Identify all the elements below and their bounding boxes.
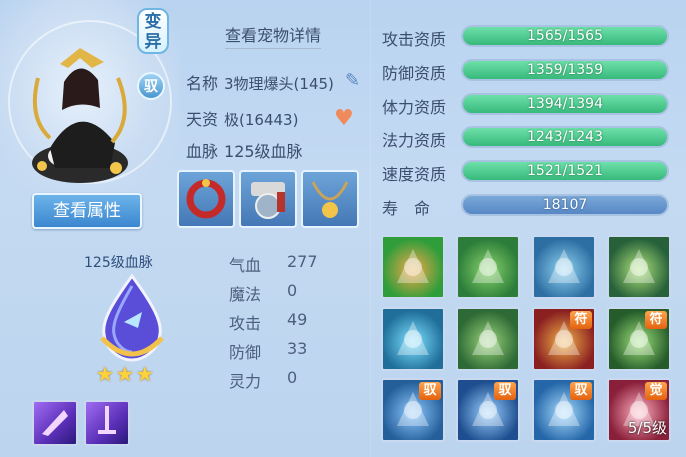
stat-mp-value: 0 [287,281,298,300]
info-name-value: 3物理爆头(145) [224,75,334,93]
defense-aptitude-bar: 1359/1359 [461,59,669,81]
view-pet-details-link[interactable]: 查看宠物详情 [225,22,322,49]
skill-slot-12[interactable]: 觉 5/5级 [607,378,671,442]
sword-icon [98,406,116,434]
skill-slot-10[interactable]: 驭 [456,378,520,442]
skill-slot-11[interactable]: 驭 [532,378,596,442]
info-name-row: 名称 3物理爆头(145) [186,70,334,94]
equipment-slot-bracelet[interactable] [177,170,235,228]
flame-sword-skill-icon [397,249,429,283]
mount-tag: 驭 [137,72,165,100]
magic-aptitude-bar: 1243/1243 [461,126,669,148]
shadow-figure-skill-icon [548,249,580,283]
stamina-aptitude-bar: 1394/1394 [461,93,669,115]
stat-spirit-value: 0 [287,368,298,387]
bloodline-skill-1[interactable] [32,400,78,446]
power-body-skill-icon [472,249,504,283]
skill-slot-3[interactable] [532,235,596,299]
blue-flame-skill-icon [397,321,429,355]
panel-divider [370,0,371,457]
variant-tag: 变异 [137,8,169,54]
skill-level-label: 5/5级 [627,419,667,437]
stat-hp-value: 277 [287,252,318,271]
stat-defense-value: 33 [287,339,308,358]
skill-slot-6[interactable] [456,307,520,371]
speed-aptitude-bar: 1521/1521 [461,160,669,182]
attack-aptitude-bar: 1565/1565 [461,25,669,47]
orb-bracer-icon [251,182,285,219]
defense-aptitude-label: 防御资质 [382,64,447,83]
info-aptitude-value: 极(16443) [224,111,299,129]
bloodline-orb-icon[interactable] [92,272,172,362]
speed-aptitude-label: 速度资质 [382,165,447,184]
stamina-aptitude-label: 体力资质 [382,98,447,117]
lifespan-label: 寿 命 [382,199,431,218]
info-aptitude-label: 天资 [186,110,219,129]
equipment-slot-necklace[interactable] [301,170,359,228]
heart-icon[interactable]: ♥ [334,106,354,131]
gold-necklace-icon [311,181,349,218]
equipment-slot-armor[interactable] [239,170,297,228]
info-aptitude-row: 天资 极(16443) [186,106,298,130]
skill-badge: 觉 [645,382,667,400]
info-bloodline-row: 血脉 125级血脉 [186,138,303,162]
info-bloodline-label: 血脉 [186,142,219,161]
skill-badge: 符 [645,311,667,329]
skill-slot-9[interactable]: 驭 [381,378,445,442]
winged-figure-icon [42,410,68,436]
info-name-label: 名称 [186,74,219,93]
bloodline-skill-2[interactable] [84,400,130,446]
skill-badge: 驭 [494,382,516,400]
stat-mp-label: 魔法 [229,285,262,304]
giant-skill-icon [472,321,504,355]
skill-slot-4[interactable] [607,235,671,299]
skill-slot-5[interactable] [381,307,445,371]
skill-slot-2[interactable] [456,235,520,299]
attack-aptitude-label: 攻击资质 [382,30,447,49]
moon-warrior-skill-icon [623,249,655,283]
magic-aptitude-label: 法力资质 [382,131,447,150]
stat-hp-label: 气血 [229,256,262,275]
edit-pencil-icon[interactable]: ✎ [345,70,360,91]
skill-badge: 符 [570,311,592,329]
stat-attack-label: 攻击 [229,314,262,333]
lifespan-bar: 18107 [461,194,669,216]
red-bracelet-icon [186,179,226,219]
pet-portrait[interactable] [20,38,140,188]
stat-defense-label: 防御 [229,343,262,362]
stat-spirit-label: 灵力 [229,372,262,391]
skill-badge: 驭 [570,382,592,400]
stat-attack-value: 49 [287,310,308,329]
skill-slot-8[interactable]: 符 [607,307,671,371]
bloodline-stars: ★★★ [96,362,156,386]
skill-badge: 驭 [419,382,441,400]
skill-slot-7[interactable]: 符 [532,307,596,371]
bloodline-title: 125级血脉 [84,255,153,271]
view-attributes-button[interactable]: 查看属性 [32,193,142,229]
info-bloodline-value: 125级血脉 [224,142,303,161]
skill-slot-1[interactable] [381,235,445,299]
